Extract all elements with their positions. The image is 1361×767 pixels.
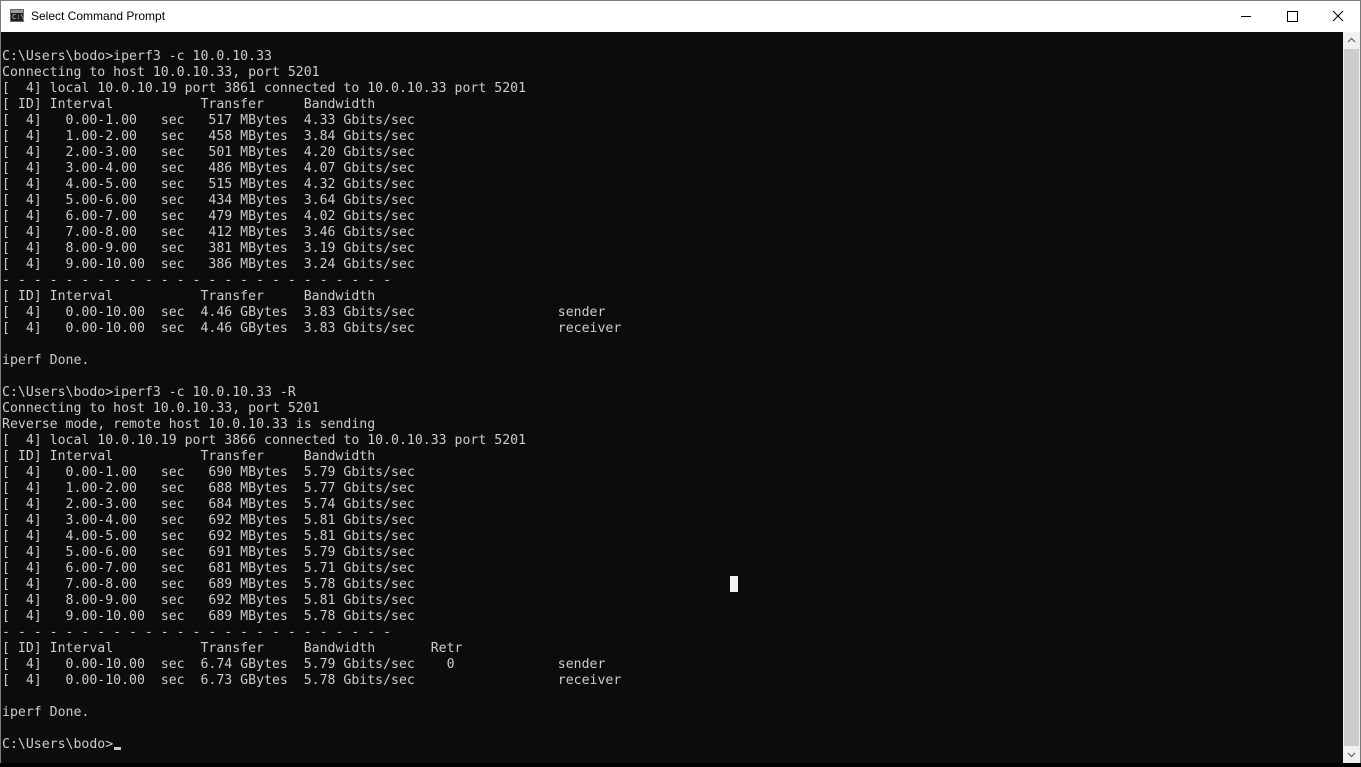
console-line: Connecting to host 10.0.10.33, port 5201 xyxy=(2,65,320,80)
console-prompt-line[interactable]: C:\Users\bodo> xyxy=(2,737,621,753)
console-line: [ 4] 7.00-8.00 sec 689 MBytes 5.78 Gbits… xyxy=(2,577,415,592)
text-cursor xyxy=(114,747,122,750)
console-line: Connecting to host 10.0.10.33, port 5201 xyxy=(2,401,320,416)
selection-cursor xyxy=(730,576,738,592)
console-line: [ 4] 7.00-8.00 sec 412 MBytes 3.46 Gbits… xyxy=(2,225,415,240)
console-line: [ 4] local 10.0.10.19 port 3861 connecte… xyxy=(2,81,527,96)
console-line: [ 4] 1.00-2.00 sec 458 MBytes 3.84 Gbits… xyxy=(2,129,415,144)
scroll-up-arrow-icon xyxy=(1347,37,1356,43)
console-line: [ ID] Interval Transfer Bandwidth xyxy=(2,97,376,112)
console-output-area[interactable]: C:\Users\bodo>iperf3 -c 10.0.10.33 Connec… xyxy=(1,32,1343,763)
console-line: [ 4] 0.00-1.00 sec 517 MBytes 4.33 Gbits… xyxy=(2,113,415,128)
console-line: [ 4] 9.00-10.00 sec 386 MBytes 3.24 Gbit… xyxy=(2,257,415,272)
console-line: C:\Users\bodo>iperf3 -c 10.0.10.33 xyxy=(2,49,272,64)
console-line: [ 4] 5.00-6.00 sec 434 MBytes 3.64 Gbits… xyxy=(2,193,415,208)
console-line: [ 4] 3.00-4.00 sec 486 MBytes 4.07 Gbits… xyxy=(2,161,415,176)
console-line: [ 4] 0.00-10.00 sec 6.73 GBytes 5.78 Gbi… xyxy=(2,673,622,688)
console-line: [ 4] 0.00-1.00 sec 690 MBytes 5.79 Gbits… xyxy=(2,465,415,480)
console-line: [ 4] 5.00-6.00 sec 691 MBytes 5.79 Gbits… xyxy=(2,545,415,560)
console-line: iperf Done. xyxy=(2,705,90,720)
console-line: [ 4] 9.00-10.00 sec 689 MBytes 5.78 Gbit… xyxy=(2,609,415,624)
console-line: Reverse mode, remote host 10.0.10.33 is … xyxy=(2,417,376,432)
console-line: [ 4] 0.00-10.00 sec 6.74 GBytes 5.79 Gbi… xyxy=(2,657,606,672)
console-line: [ 4] 6.00-7.00 sec 681 MBytes 5.71 Gbits… xyxy=(2,561,415,576)
minimize-icon xyxy=(1241,16,1251,17)
console-line: [ 4] 3.00-4.00 sec 692 MBytes 5.81 Gbits… xyxy=(2,513,415,528)
console-line: [ 4] 2.00-3.00 sec 501 MBytes 4.20 Gbits… xyxy=(2,145,415,160)
console-line: [ 4] 4.00-5.00 sec 515 MBytes 4.32 Gbits… xyxy=(2,177,415,192)
console-line: [ 4] 4.00-5.00 sec 692 MBytes 5.81 Gbits… xyxy=(2,529,415,544)
console-line: [ 4] local 10.0.10.19 port 3866 connecte… xyxy=(2,433,527,448)
console-line: [ 4] 6.00-7.00 sec 479 MBytes 4.02 Gbits… xyxy=(2,209,415,224)
console-line: [ 4] 0.00-10.00 sec 4.46 GBytes 3.83 Gbi… xyxy=(2,305,606,320)
console-line: C:\Users\bodo>iperf3 -c 10.0.10.33 -R xyxy=(2,385,296,400)
console-line: iperf Done. xyxy=(2,353,90,368)
command-prompt-window: C:\ Select Command Prompt C:\Users\bodo>… xyxy=(0,0,1361,763)
console-line: [ 4] 8.00-9.00 sec 692 MBytes 5.81 Gbits… xyxy=(2,593,415,608)
maximize-button[interactable] xyxy=(1269,1,1315,32)
console-line: [ 4] 1.00-2.00 sec 688 MBytes 5.77 Gbits… xyxy=(2,481,415,496)
console-line: - - - - - - - - - - - - - - - - - - - - … xyxy=(2,625,392,640)
console-line: [ 4] 2.00-3.00 sec 684 MBytes 5.74 Gbits… xyxy=(2,497,415,512)
vertical-scrollbar[interactable] xyxy=(1343,32,1360,763)
window-title: Select Command Prompt xyxy=(31,9,166,23)
title-bar[interactable]: C:\ Select Command Prompt xyxy=(1,1,1360,32)
scroll-up-button[interactable] xyxy=(1343,32,1360,49)
console-line: [ 4] 8.00-9.00 sec 381 MBytes 3.19 Gbits… xyxy=(2,241,415,256)
console-line: - - - - - - - - - - - - - - - - - - - - … xyxy=(2,273,392,288)
minimize-button[interactable] xyxy=(1223,1,1269,32)
console-text: C:\Users\bodo>iperf3 -c 10.0.10.33 Connec… xyxy=(2,49,621,753)
scroll-down-button[interactable] xyxy=(1343,746,1360,763)
console-line: [ ID] Interval Transfer Bandwidth xyxy=(2,449,376,464)
console-line: [ ID] Interval Transfer Bandwidth Retr xyxy=(2,641,463,656)
console-line: [ 4] 0.00-10.00 sec 4.46 GBytes 3.83 Gbi… xyxy=(2,321,622,336)
maximize-icon xyxy=(1287,11,1298,22)
close-button[interactable] xyxy=(1315,1,1361,32)
console-prompt: C:\Users\bodo> xyxy=(2,737,114,752)
cmd-icon[interactable]: C:\ xyxy=(10,9,25,22)
cmd-icon-glyph: C:\ xyxy=(12,13,25,21)
scroll-thumb[interactable] xyxy=(1344,49,1359,746)
console-line: [ ID] Interval Transfer Bandwidth xyxy=(2,289,376,304)
close-icon xyxy=(1332,10,1344,22)
scroll-down-arrow-icon xyxy=(1347,752,1356,758)
